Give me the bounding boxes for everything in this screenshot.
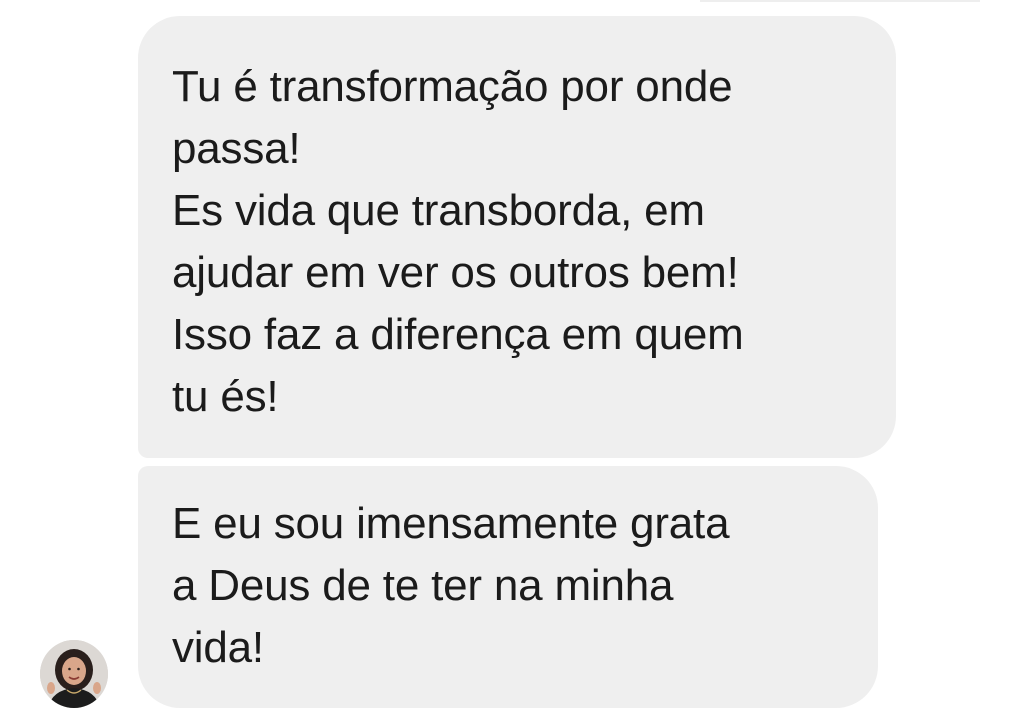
avatar-photo <box>40 640 108 708</box>
message-bubble[interactable]: Tu é transformação por onde passa! Es vi… <box>138 16 896 458</box>
message-text: Tu é transformação por onde passa! Es vi… <box>172 62 744 421</box>
message-bubble[interactable]: E eu sou imensamente grata a Deus de te … <box>138 466 878 708</box>
message-text: E eu sou imensamente grata a Deus de te … <box>172 499 730 672</box>
previous-message-edge <box>700 0 980 2</box>
sender-avatar[interactable] <box>40 640 108 708</box>
